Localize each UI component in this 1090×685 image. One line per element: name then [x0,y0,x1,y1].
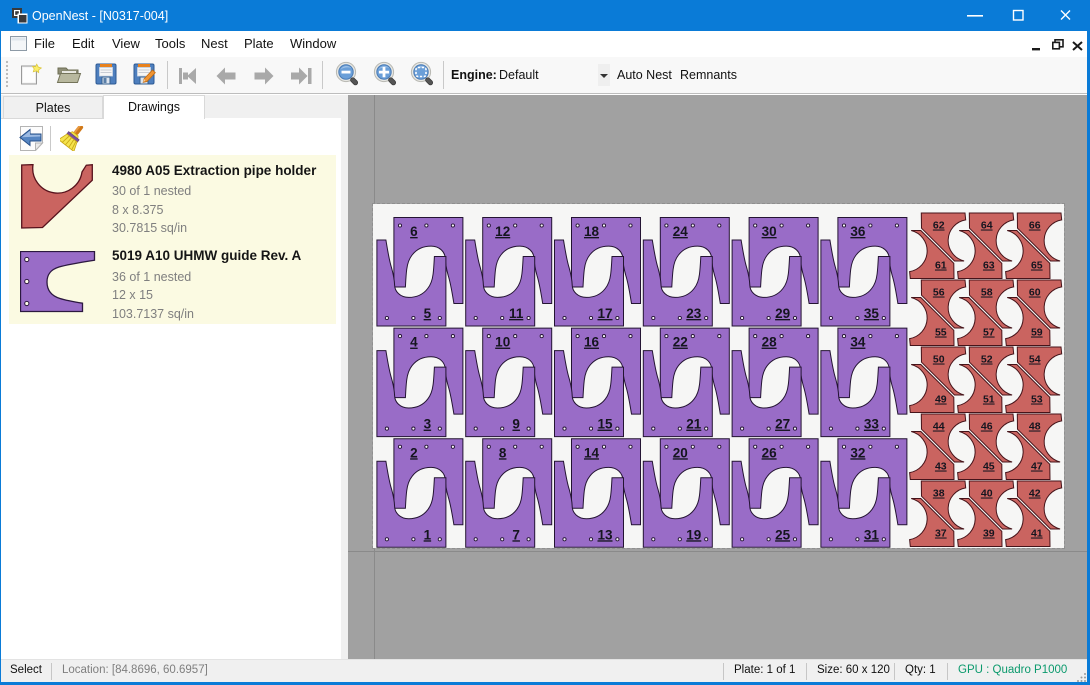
svg-text:54: 54 [1029,354,1041,366]
svg-text:45: 45 [983,461,995,473]
svg-text:61: 61 [935,260,947,272]
svg-text:58: 58 [981,287,993,299]
svg-text:55: 55 [935,327,947,339]
svg-text:31: 31 [864,527,880,542]
svg-text:53: 53 [1031,394,1043,406]
svg-text:6: 6 [410,224,418,239]
svg-text:17: 17 [597,306,612,321]
svg-text:11: 11 [509,306,524,321]
svg-text:23: 23 [686,306,702,321]
svg-text:52: 52 [981,354,993,366]
svg-text:8: 8 [499,445,507,460]
svg-text:64: 64 [981,220,993,232]
svg-text:19: 19 [686,527,701,542]
svg-text:28: 28 [762,335,778,350]
svg-text:13: 13 [597,527,613,542]
svg-text:35: 35 [864,306,880,321]
svg-text:44: 44 [933,421,945,433]
svg-text:59: 59 [1031,327,1043,339]
svg-text:2: 2 [410,445,418,460]
svg-text:24: 24 [673,224,689,239]
svg-text:43: 43 [935,461,947,473]
svg-text:21: 21 [686,417,702,432]
svg-text:1: 1 [424,527,432,542]
svg-text:49: 49 [935,394,947,406]
svg-text:30: 30 [762,224,777,239]
svg-text:57: 57 [983,327,995,339]
svg-text:50: 50 [933,354,945,366]
svg-text:26: 26 [762,445,778,460]
svg-text:15: 15 [597,417,613,432]
svg-text:66: 66 [1029,220,1041,232]
svg-text:22: 22 [673,335,688,350]
svg-text:16: 16 [584,335,600,350]
svg-text:14: 14 [584,445,600,460]
svg-text:39: 39 [983,528,995,540]
svg-text:29: 29 [775,306,790,321]
svg-text:7: 7 [512,527,520,542]
svg-text:33: 33 [864,417,880,432]
svg-text:41: 41 [1031,528,1043,540]
svg-text:36: 36 [850,224,866,239]
svg-text:10: 10 [495,335,510,350]
svg-text:47: 47 [1031,461,1043,473]
svg-text:20: 20 [673,445,688,460]
svg-text:27: 27 [775,417,790,432]
svg-text:51: 51 [983,394,995,406]
svg-text:25: 25 [775,527,791,542]
svg-text:40: 40 [981,488,993,500]
svg-text:4: 4 [410,335,418,350]
svg-text:9: 9 [512,417,520,432]
svg-text:5: 5 [424,306,432,321]
svg-text:12: 12 [495,224,510,239]
svg-text:42: 42 [1029,488,1041,500]
svg-text:62: 62 [933,220,945,232]
svg-text:32: 32 [850,445,865,460]
svg-text:65: 65 [1031,260,1043,272]
svg-text:18: 18 [584,224,600,239]
svg-text:56: 56 [933,287,945,299]
svg-text:46: 46 [981,421,993,433]
svg-text:38: 38 [933,488,945,500]
svg-text:60: 60 [1029,287,1041,299]
svg-text:3: 3 [424,417,432,432]
svg-text:48: 48 [1029,421,1041,433]
svg-text:63: 63 [983,260,995,272]
svg-text:34: 34 [850,335,866,350]
svg-text:37: 37 [935,528,947,540]
